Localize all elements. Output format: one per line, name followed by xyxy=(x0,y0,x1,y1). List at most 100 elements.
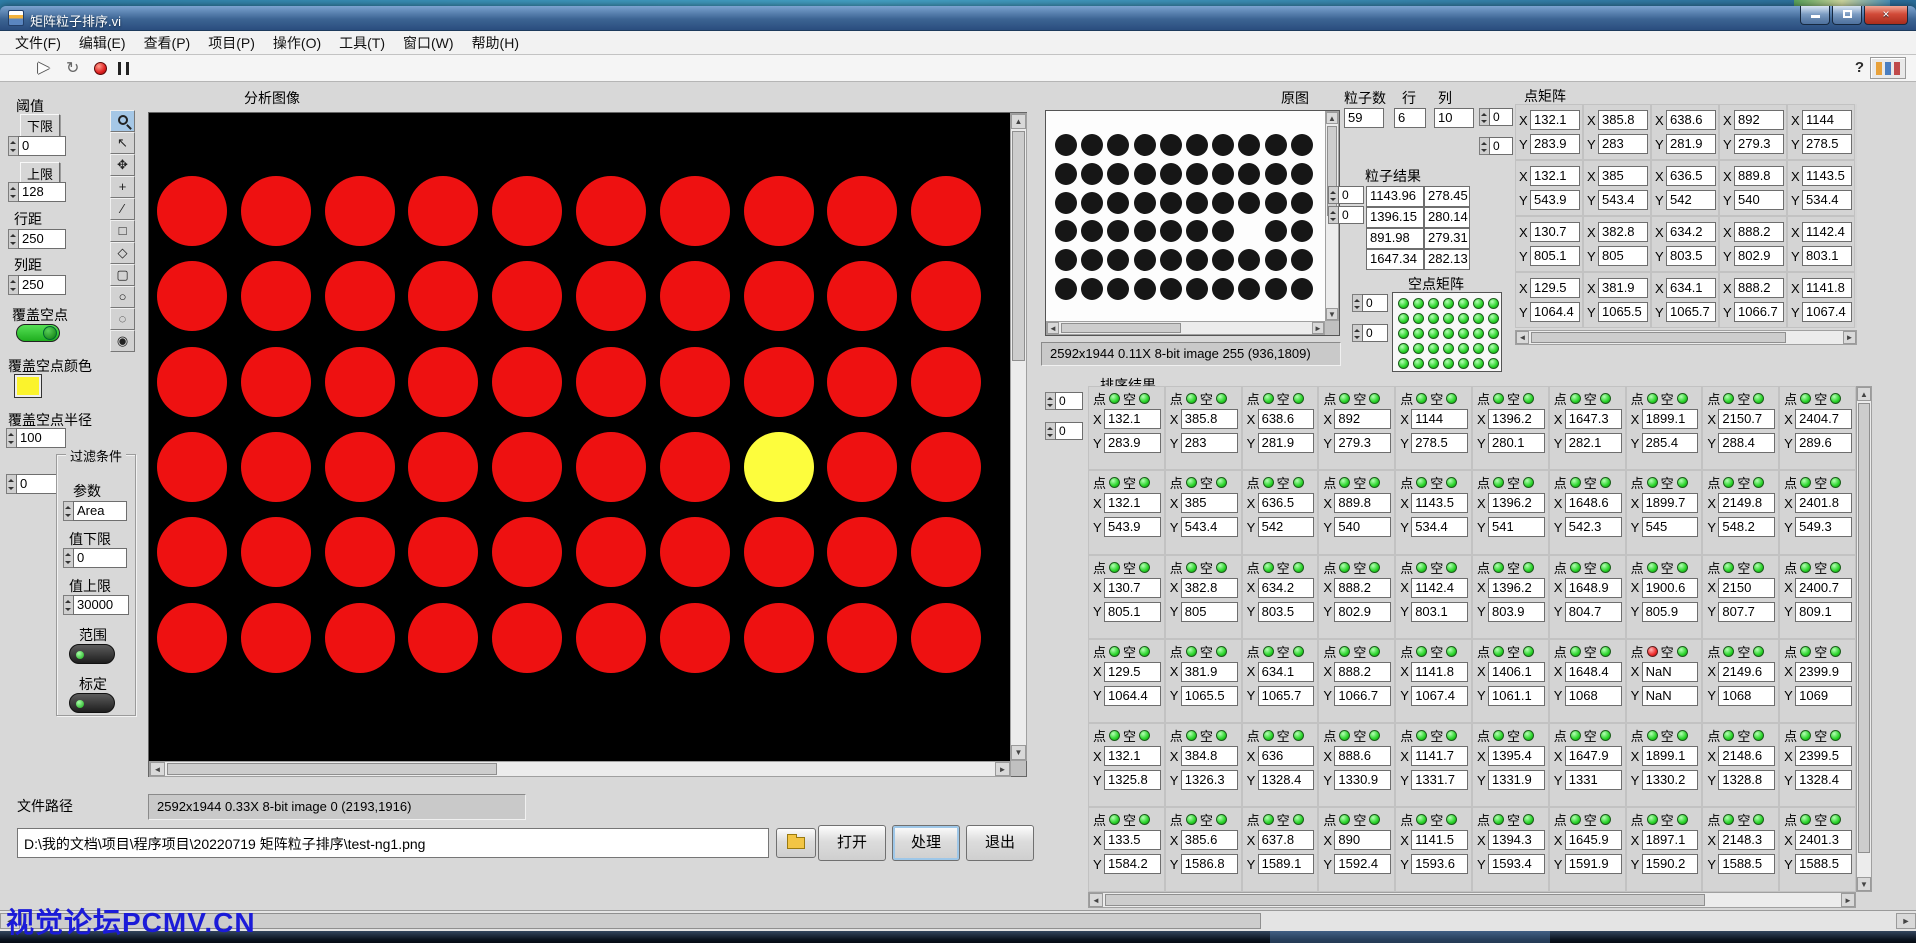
increment-decrement[interactable] xyxy=(1479,108,1489,126)
lower-threshold-input[interactable]: 0 xyxy=(8,136,66,156)
value-upper-value[interactable]: 30000 xyxy=(73,595,129,615)
value-upper-input[interactable]: 30000 xyxy=(63,595,129,615)
cover-radius-input[interactable]: 100 xyxy=(6,428,66,448)
point-matrix-col-index[interactable]: 0 xyxy=(1479,137,1513,155)
upper-threshold-input[interactable]: 128 xyxy=(8,182,66,202)
scroll-thumb[interactable] xyxy=(167,763,497,775)
range-toggle[interactable] xyxy=(69,644,115,664)
increment-decrement[interactable] xyxy=(6,474,16,494)
param-value[interactable]: Area xyxy=(73,501,127,521)
lower-threshold-value[interactable]: 0 xyxy=(18,136,66,156)
sorted-vertical-scrollbar[interactable]: ▲ ▼ xyxy=(1856,386,1872,892)
left-index-value[interactable]: 0 xyxy=(16,474,58,494)
menu-item-3[interactable]: 项目(P) xyxy=(199,31,264,55)
row-gap-value[interactable]: 250 xyxy=(18,229,66,249)
open-button[interactable]: 打开 xyxy=(818,825,886,861)
front-panel-horizontal-scrollbar[interactable]: ◄ ► xyxy=(0,910,1916,931)
increment-decrement[interactable] xyxy=(8,182,18,202)
menu-item-7[interactable]: 帮助(H) xyxy=(463,31,528,55)
point-matrix-horizontal-scrollbar[interactable]: ◄ ► xyxy=(1515,330,1857,345)
scroll-thumb[interactable] xyxy=(1061,323,1181,333)
index-value[interactable]: 0 xyxy=(1362,294,1388,312)
scroll-down-arrow[interactable]: ▼ xyxy=(1857,877,1871,891)
pointer-tool-icon[interactable]: ↖ xyxy=(110,132,135,154)
scroll-right-arrow[interactable]: ► xyxy=(1843,331,1856,344)
sorted-horizontal-scrollbar[interactable]: ◄ ► xyxy=(1088,892,1856,908)
cover-color-swatch[interactable] xyxy=(14,374,42,398)
particle-results-index-2[interactable]: 0 xyxy=(1328,206,1364,224)
annulus-tool-icon[interactable]: ◉ xyxy=(110,330,135,352)
scroll-left-arrow[interactable]: ◄ xyxy=(1047,322,1059,334)
left-index-input[interactable]: 0 xyxy=(6,474,58,494)
menu-item-5[interactable]: 工具(T) xyxy=(330,31,394,55)
freehand-tool-icon[interactable]: ◌ xyxy=(110,308,135,330)
scroll-thumb[interactable] xyxy=(1531,332,1786,343)
file-path-input[interactable]: D:\我的文档\项目\程序项目\20220719 矩阵粒子排序\test-ng1… xyxy=(17,828,769,858)
windows-taskbar[interactable] xyxy=(0,931,1916,943)
scroll-thumb[interactable] xyxy=(1012,131,1025,361)
sorted-row-index[interactable]: 0 xyxy=(1045,392,1083,410)
index-value[interactable]: 0 xyxy=(1338,186,1364,204)
col-gap-input[interactable]: 250 xyxy=(8,275,66,295)
menu-item-4[interactable]: 操作(O) xyxy=(264,31,330,55)
index-value[interactable]: 0 xyxy=(1055,392,1083,410)
scroll-right-arrow[interactable]: ► xyxy=(1312,322,1324,334)
increment-decrement[interactable] xyxy=(6,428,16,448)
increment-decrement[interactable] xyxy=(1479,137,1489,155)
upper-threshold-value[interactable]: 128 xyxy=(18,182,66,202)
rounded-rect-tool-icon[interactable]: ▢ xyxy=(110,264,135,286)
scroll-up-arrow[interactable]: ▲ xyxy=(1326,112,1338,124)
empty-matrix-col-index[interactable]: 0 xyxy=(1352,324,1388,342)
scroll-thumb[interactable] xyxy=(1858,403,1870,853)
help-icon[interactable]: ? xyxy=(1855,59,1864,76)
empty-matrix-row-index[interactable]: 0 xyxy=(1352,294,1388,312)
increment-decrement[interactable] xyxy=(1352,324,1362,342)
scroll-thumb[interactable] xyxy=(1105,894,1705,906)
scroll-down-arrow[interactable]: ▼ xyxy=(1011,745,1026,760)
diamond-tool-icon[interactable]: ◇ xyxy=(110,242,135,264)
pan-tool-icon[interactable]: ✥ xyxy=(110,154,135,176)
menu-item-1[interactable]: 编辑(E) xyxy=(70,31,135,55)
pause-icon[interactable] xyxy=(118,62,129,75)
original-image[interactable] xyxy=(1046,111,1325,321)
index-value[interactable]: 0 xyxy=(1055,422,1083,440)
close-button[interactable]: × xyxy=(1864,6,1908,25)
index-value[interactable]: 0 xyxy=(1489,108,1513,126)
browse-button[interactable] xyxy=(776,828,816,858)
crosshair-tool-icon[interactable]: + xyxy=(110,176,135,198)
col-gap-value[interactable]: 250 xyxy=(18,275,66,295)
sorted-col-index[interactable]: 0 xyxy=(1045,422,1083,440)
cover-radius-value[interactable]: 100 xyxy=(16,428,66,448)
value-lower-input[interactable]: 0 xyxy=(63,548,127,568)
row-gap-input[interactable]: 250 xyxy=(8,229,66,249)
analysis-vertical-scrollbar[interactable]: ▲ ▼ xyxy=(1010,113,1027,761)
run-icon[interactable]: ▶ xyxy=(38,58,50,76)
scroll-up-arrow[interactable]: ▲ xyxy=(1857,387,1871,401)
increment-decrement[interactable] xyxy=(1045,422,1055,440)
increment-decrement[interactable] xyxy=(8,275,18,295)
scroll-right-arrow[interactable]: ► xyxy=(1841,893,1855,907)
particle-results-index-1[interactable]: 0 xyxy=(1328,186,1364,204)
scroll-right-arrow[interactable]: ► xyxy=(1896,913,1916,929)
scroll-left-arrow[interactable]: ◄ xyxy=(1089,893,1103,907)
line-tool-icon[interactable]: ∕ xyxy=(110,198,135,220)
index-value[interactable]: 0 xyxy=(1362,324,1388,342)
analysis-image[interactable] xyxy=(149,113,1011,761)
increment-decrement[interactable] xyxy=(8,136,18,156)
oval-tool-icon[interactable]: ○ xyxy=(110,286,135,308)
abort-icon[interactable] xyxy=(94,62,107,75)
scroll-down-arrow[interactable]: ▼ xyxy=(1326,308,1338,320)
increment-decrement[interactable] xyxy=(63,501,73,521)
maximize-button[interactable] xyxy=(1832,6,1862,25)
increment-decrement[interactable] xyxy=(63,548,73,568)
scroll-left-arrow[interactable]: ◄ xyxy=(150,762,165,776)
run-continuous-icon[interactable]: ↻ xyxy=(66,58,79,78)
menu-item-0[interactable]: 文件(F) xyxy=(6,31,70,55)
scroll-left-arrow[interactable]: ◄ xyxy=(1516,331,1529,344)
scroll-right-arrow[interactable]: ► xyxy=(995,762,1010,776)
increment-decrement[interactable] xyxy=(1328,186,1338,204)
minimize-button[interactable] xyxy=(1800,6,1830,25)
index-value[interactable]: 0 xyxy=(1338,206,1364,224)
increment-decrement[interactable] xyxy=(63,595,73,615)
menu-item-2[interactable]: 查看(P) xyxy=(135,31,200,55)
